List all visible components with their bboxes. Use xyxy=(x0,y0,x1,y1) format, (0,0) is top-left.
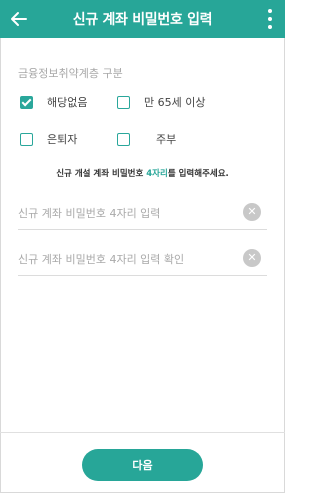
checkbox-homemaker[interactable] xyxy=(117,132,130,146)
checkbox-retiree[interactable] xyxy=(20,132,33,146)
option-none[interactable]: 해당없음 xyxy=(20,94,87,110)
password-confirm-input[interactable] xyxy=(18,249,228,269)
option-retiree[interactable]: 은퇴자 xyxy=(20,131,77,147)
clear-circle-icon[interactable]: ✕ xyxy=(243,203,261,221)
option-senior[interactable]: 만 65세 이상 xyxy=(117,94,205,110)
page-title: 신규 계좌 비밀번호 입력 xyxy=(72,12,213,28)
option-homemaker[interactable]: 주부 xyxy=(117,131,176,147)
app-header: 신규 계좌 비밀번호 입력 xyxy=(0,0,285,38)
password-field: ✕ xyxy=(18,197,267,230)
password-confirm-field: ✕ xyxy=(18,243,267,276)
hint-suffix: 를 입력해주세요. xyxy=(167,169,229,179)
option-senior-label: 만 65세 이상 xyxy=(144,96,206,109)
footer-divider xyxy=(0,432,285,433)
more-vertical-icon-dot xyxy=(268,17,272,21)
vulnerable-class-label: 금융정보취약계층 구분 xyxy=(18,67,123,80)
checkbox-none[interactable] xyxy=(20,95,33,109)
option-homemaker-label: 주부 xyxy=(156,133,177,146)
more-menu-button[interactable] xyxy=(263,8,277,30)
more-vertical-icon xyxy=(268,9,272,13)
option-none-label: 해당없음 xyxy=(47,96,88,109)
checkbox-senior[interactable] xyxy=(117,95,130,109)
more-vertical-icon-dot xyxy=(268,25,272,29)
password-input[interactable] xyxy=(18,203,228,223)
clear-circle-icon[interactable]: ✕ xyxy=(243,249,261,267)
next-button[interactable]: 다음 xyxy=(82,449,203,481)
hint-prefix: 신규 개설 계좌 비밀번호 xyxy=(56,169,147,179)
hint-highlight: 4자리 xyxy=(146,169,168,179)
password-hint: 신규 개설 계좌 비밀번호 4자리를 입력해주세요. xyxy=(0,167,285,179)
option-retiree-label: 은퇴자 xyxy=(47,133,78,146)
